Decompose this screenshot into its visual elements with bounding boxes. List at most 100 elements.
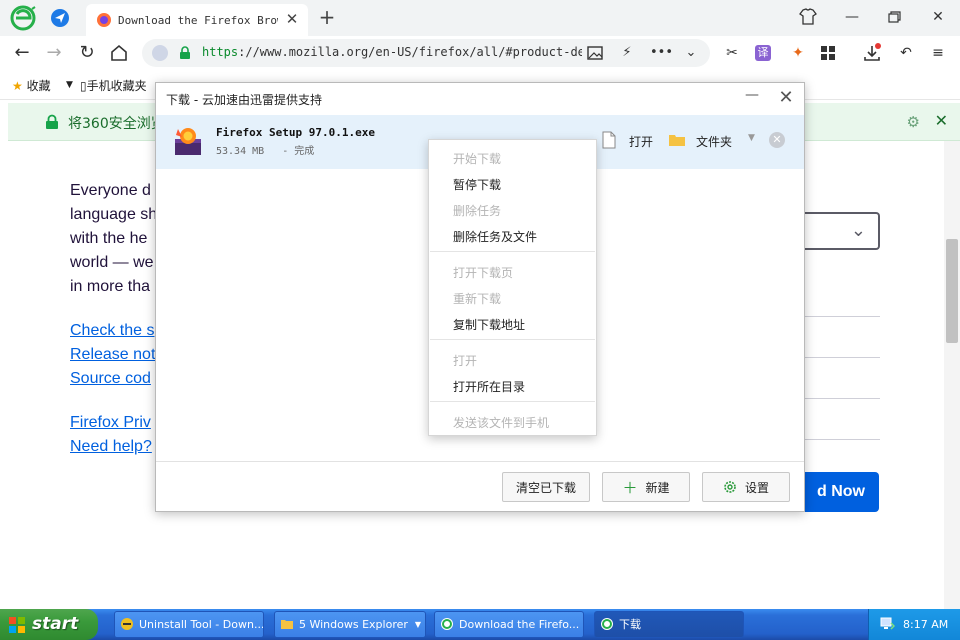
file-icon[interactable] — [602, 131, 616, 149]
divider — [800, 439, 880, 440]
image-icon[interactable] — [586, 44, 604, 62]
menu-item-open-download-page[interactable]: 打开下载页 — [453, 264, 513, 281]
lightning-icon[interactable]: ⚡ — [618, 44, 636, 62]
link-need-help[interactable]: Need help? — [70, 438, 152, 456]
taskbar-item-windows-explorer[interactable]: 5 Windows Explorer ▼ — [274, 611, 426, 638]
apps-grid-icon[interactable] — [818, 43, 838, 63]
lock-icon — [46, 114, 58, 129]
link-check-signature[interactable]: Check the s — [70, 322, 154, 340]
chevron-down-icon[interactable]: ▼ — [748, 133, 755, 143]
remove-item-icon[interactable]: ✕ — [769, 132, 785, 148]
settings-button[interactable]: 设置 — [702, 472, 790, 502]
link-source-code[interactable]: Source cod — [70, 370, 151, 388]
address-bar[interactable]: https://www.mozilla.org/en-US/firefox/al… — [142, 39, 710, 67]
site-security-icon[interactable] — [152, 45, 168, 61]
back-arrow-icon[interactable]: ← — [10, 41, 34, 65]
360-browser-icon — [441, 618, 453, 630]
new-download-button[interactable]: ＋ 新建 — [602, 472, 690, 502]
divider — [800, 398, 880, 399]
undo-icon[interactable]: ↶ — [896, 43, 916, 63]
link-firefox-privacy[interactable]: Firefox Priv — [70, 414, 151, 432]
taskbar-item-browser[interactable]: Download the Firefo... — [434, 611, 584, 638]
close-window-button[interactable]: ✕ — [926, 6, 950, 28]
clock: 8:17 AM — [903, 618, 949, 631]
close-icon[interactable]: ✕ — [935, 111, 948, 130]
menu-separator — [430, 251, 595, 252]
download-meta: 53.34 MB - 完成 — [216, 142, 314, 157]
360-browser-logo-icon[interactable] — [10, 5, 36, 31]
divider — [800, 357, 880, 358]
more-dots-icon[interactable]: ••• — [650, 44, 673, 62]
open-folder-button[interactable]: 文件夹 — [696, 133, 732, 150]
menu-item-copy-download-url[interactable]: 复制下载地址 — [453, 316, 525, 333]
send-icon[interactable] — [50, 8, 70, 28]
forward-arrow-icon[interactable]: → — [42, 41, 66, 65]
lock-icon — [180, 46, 190, 59]
scissors-icon[interactable]: ✂ — [722, 43, 742, 63]
folder-icon — [281, 620, 293, 629]
windows-flag-icon — [9, 617, 25, 633]
network-icon[interactable] — [879, 617, 895, 631]
menu-item-pause-download[interactable]: 暂停下载 — [453, 176, 501, 193]
shirt-skin-icon[interactable] — [796, 6, 820, 28]
download-now-button[interactable]: d Now — [795, 472, 879, 512]
360-browser-icon — [601, 618, 613, 630]
menu-item-send-to-phone[interactable]: 发送该文件到手机 — [453, 414, 549, 431]
plus-icon: ＋ — [622, 478, 638, 497]
new-tab-button[interactable]: + — [316, 6, 338, 28]
download-icon[interactable] — [862, 43, 882, 63]
body-text-line: world — we — [70, 254, 154, 271]
menu-item-open[interactable]: 打开 — [453, 352, 477, 369]
clear-label: 清空已下载 — [515, 480, 576, 495]
tab-close-icon[interactable]: ✕ — [284, 11, 300, 27]
new-label: 新建 — [645, 480, 670, 495]
menu-item-start-download[interactable]: 开始下载 — [453, 150, 501, 167]
taskbar-item-uninstall-tool[interactable]: Uninstall Tool - Down... — [114, 611, 264, 638]
menu-item-delete-task[interactable]: 删除任务 — [453, 202, 501, 219]
link-release-notes[interactable]: Release not — [70, 346, 155, 364]
menu-separator — [430, 339, 595, 340]
open-file-button[interactable]: 打开 — [629, 133, 653, 150]
chevron-down-icon: ⌄ — [850, 220, 866, 241]
body-text-line: in more tha — [70, 278, 151, 295]
chevron-down-icon[interactable]: ▼ — [66, 80, 73, 90]
url-text[interactable]: https://www.mozilla.org/en-US/firefox/al… — [202, 45, 582, 59]
scrollbar-thumb[interactable] — [946, 239, 958, 343]
gear-icon[interactable]: ⚙ — [907, 113, 920, 131]
tab-firefox-download[interactable]: Download the Firefox Browse ✕ — [86, 4, 308, 36]
start-button[interactable]: start — [0, 609, 98, 640]
phone-icon: ▯ — [80, 79, 87, 93]
translate-icon[interactable]: 译 — [755, 45, 771, 61]
reload-icon[interactable]: ↻ — [75, 41, 99, 65]
task-label: 下载 — [619, 618, 641, 631]
clear-downloaded-button[interactable]: 清空已下载 — [502, 472, 590, 502]
menu-item-delete-task-and-file[interactable]: 删除任务及文件 — [453, 228, 537, 245]
taskbar-item-downloads[interactable]: 下载 — [594, 611, 744, 638]
bookmark-mobile[interactable]: ▯手机收藏夹 — [80, 77, 147, 94]
url-path: ://www.mozilla.org/en-US/firefox/all/#pr… — [238, 45, 582, 59]
download-context-menu: 开始下载 暂停下载 删除任务 删除任务及文件 打开下载页 重新下载 复制下载地址… — [428, 139, 597, 436]
vertical-scrollbar[interactable] — [944, 141, 960, 609]
download-size: 53.34 MB — [216, 146, 265, 157]
minimize-window-button[interactable]: — — [840, 6, 864, 28]
star-icon: ★ — [12, 79, 27, 93]
menu-item-open-containing-folder[interactable]: 打开所在目录 — [453, 378, 525, 395]
minimize-dialog-button[interactable]: — — [742, 87, 762, 107]
home-icon[interactable] — [107, 41, 131, 65]
restore-window-button[interactable] — [882, 6, 906, 28]
body-text-line: Everyone d — [70, 182, 151, 199]
extension-fox-icon[interactable]: ✦ — [788, 43, 808, 63]
bookmark-favorites[interactable]: ★ 收藏 — [12, 77, 51, 94]
browser-toolbar: ← → ↻ https://www.mozilla.org/en-US/fire… — [0, 36, 960, 70]
menu-separator — [430, 401, 595, 402]
chevron-down-icon[interactable]: ⌄ — [682, 44, 700, 62]
menu-item-redownload[interactable]: 重新下载 — [453, 290, 501, 307]
close-dialog-button[interactable]: ✕ — [776, 88, 796, 108]
folder-icon[interactable] — [668, 133, 686, 147]
task-label: Uninstall Tool - Down... — [139, 618, 264, 631]
dialog-titlebar[interactable]: 下载 - 云加速由迅雷提供支持 — ✕ — [156, 83, 804, 115]
url-scheme: https — [202, 45, 239, 59]
menu-icon[interactable]: ≡ — [928, 43, 948, 63]
download-filename: Firefox Setup 97.0.1.exe — [216, 126, 375, 139]
firefox-favicon-icon — [97, 13, 111, 27]
